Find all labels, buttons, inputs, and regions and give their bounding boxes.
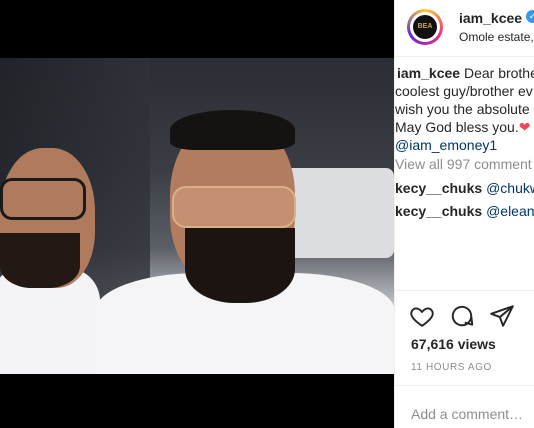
add-comment-input[interactable]: Add a comment… — [411, 406, 523, 422]
avatar-logo: BEA — [413, 15, 437, 39]
right-person-hair — [170, 110, 295, 150]
comment-username[interactable]: kecy__chuks — [395, 203, 482, 219]
action-bar — [395, 290, 534, 341]
left-person-beard — [0, 233, 80, 288]
comment-mention[interactable]: @eleand — [486, 203, 534, 219]
caption-username[interactable]: iam_kcee — [397, 65, 460, 81]
left-person-glasses — [0, 178, 86, 220]
verified-badge-icon: ✓ — [526, 10, 534, 23]
right-person-beard — [185, 228, 295, 303]
paper-plane-icon[interactable] — [489, 303, 515, 329]
comment-item: kecy__chuks @eleand — [395, 203, 534, 219]
avatar[interactable]: BEA — [407, 9, 443, 45]
post-timestamp[interactable]: 11 HOURS AGO — [411, 362, 492, 373]
add-comment-bar: Add a comment… — [395, 385, 534, 428]
comment-mention[interactable]: @chukw — [486, 180, 534, 196]
post-sidebar: BEA iam_kcee ✓ Omole estate, iam_kcee De… — [394, 0, 534, 428]
caption-text-line1: Dear brothe — [463, 65, 534, 81]
comment-bubble-icon[interactable] — [449, 303, 475, 329]
view-all-comments-link[interactable]: View all 997 comment — [395, 156, 532, 172]
heart-emoji: ❤ — [518, 119, 531, 135]
post-username[interactable]: iam_kcee — [459, 10, 522, 26]
right-person-sunglasses — [172, 186, 296, 228]
post-header: BEA iam_kcee ✓ Omole estate, — [395, 0, 534, 57]
caption-text-line2: coolest guy/brother ev — [395, 83, 533, 99]
view-count[interactable]: 67,616 views — [411, 336, 496, 352]
comment-item: kecy__chuks @chukw — [395, 180, 534, 196]
post-location[interactable]: Omole estate, — [459, 30, 534, 44]
heart-outline-icon[interactable] — [409, 303, 435, 329]
comment-username[interactable]: kecy__chuks — [395, 180, 482, 196]
caption-mention[interactable]: @iam_emoney1 — [395, 137, 497, 153]
post-media[interactable] — [0, 0, 394, 428]
caption-text-line4: May God bless you. — [395, 119, 519, 135]
post-caption: iam_kcee Dear brothe coolest guy/brother… — [395, 64, 534, 154]
caption-text-line3: wish you the absolute — [395, 101, 530, 117]
post-photo[interactable] — [0, 58, 394, 374]
